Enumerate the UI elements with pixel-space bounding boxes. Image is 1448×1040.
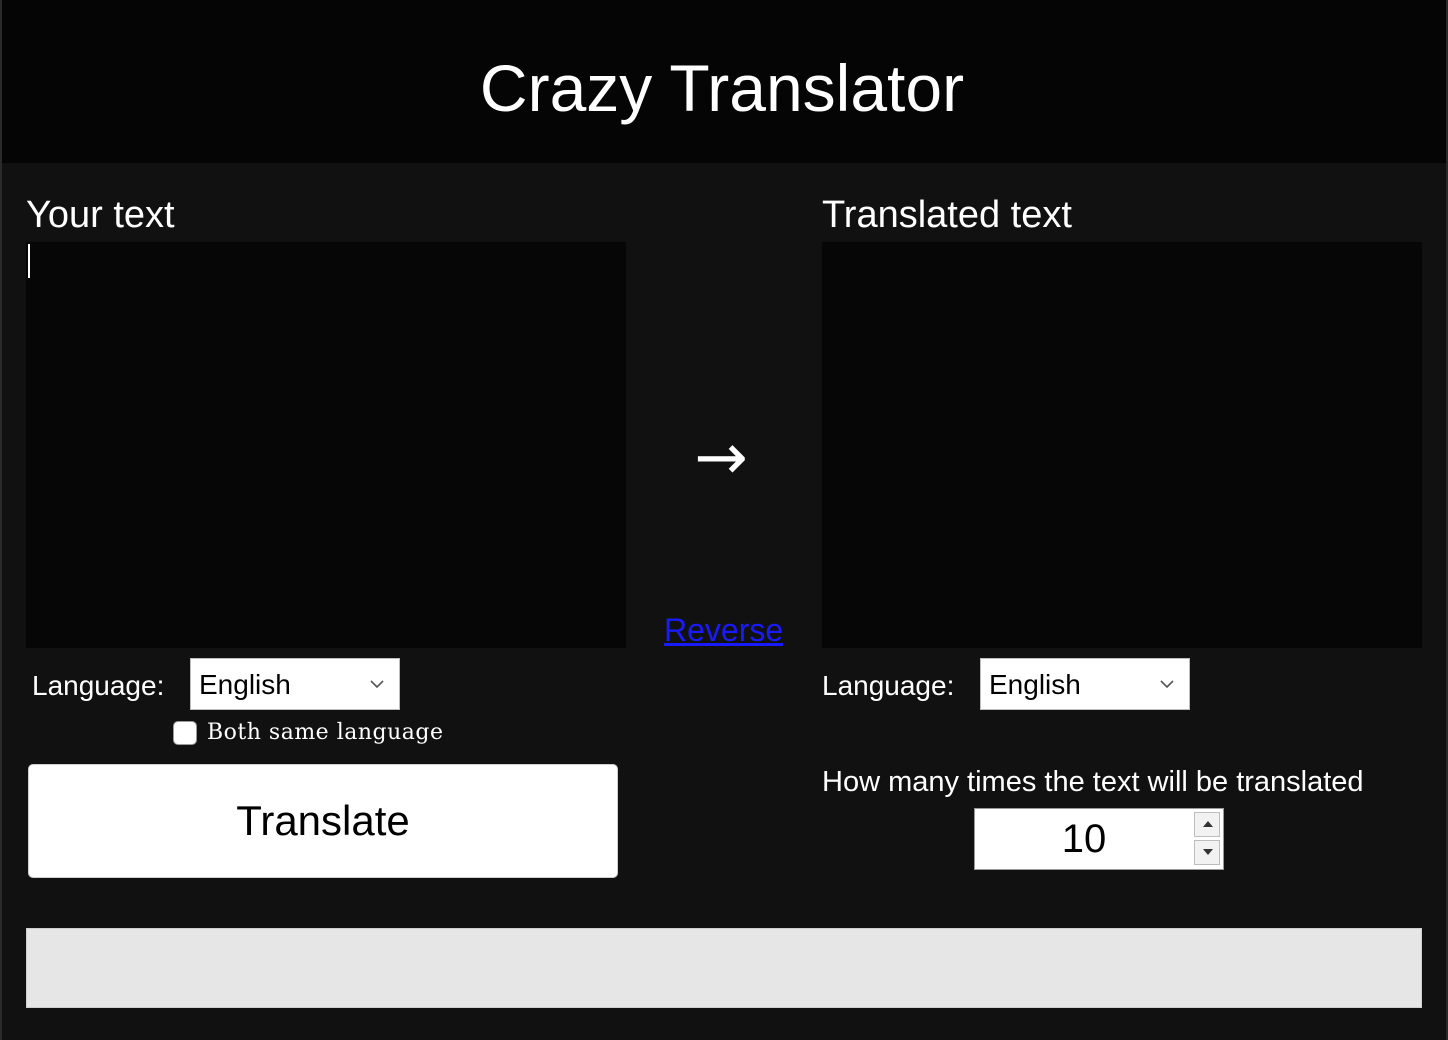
translate-button[interactable]: Translate [28, 764, 618, 878]
caret-up-icon [1203, 821, 1213, 827]
source-text-label: Your text [26, 194, 175, 236]
target-language-select[interactable]: English [980, 658, 1190, 710]
source-language-select[interactable]: English [190, 658, 400, 710]
source-text-input[interactable] [26, 242, 626, 648]
target-language-value: English [989, 669, 1081, 700]
chevron-down-icon [1160, 680, 1174, 689]
increment-button[interactable] [1194, 812, 1220, 837]
iterations-stepper[interactable]: 10 [974, 808, 1224, 870]
translated-text-label: Translated text [822, 194, 1072, 236]
app-title: Crazy Translator [479, 51, 965, 125]
app-header: Crazy Translator [2, 0, 1446, 163]
iterations-label: How many times the text will be translat… [822, 766, 1364, 798]
progress-bar [26, 928, 1422, 1008]
iterations-value[interactable]: 10 [975, 815, 1193, 863]
caret-down-icon [1203, 849, 1213, 855]
source-language-value: English [199, 669, 291, 700]
right-arrow-icon: → [694, 421, 748, 495]
translated-text-output[interactable] [822, 242, 1422, 648]
source-language-label: Language: [32, 670, 165, 701]
same-language-label: Both same language [207, 720, 444, 745]
decrement-button[interactable] [1194, 840, 1220, 865]
chevron-down-icon [370, 680, 384, 689]
reverse-link[interactable]: Reverse [664, 610, 783, 650]
target-language-label: Language: [822, 670, 955, 701]
same-language-checkbox[interactable] [173, 721, 197, 745]
text-caret [28, 244, 30, 278]
